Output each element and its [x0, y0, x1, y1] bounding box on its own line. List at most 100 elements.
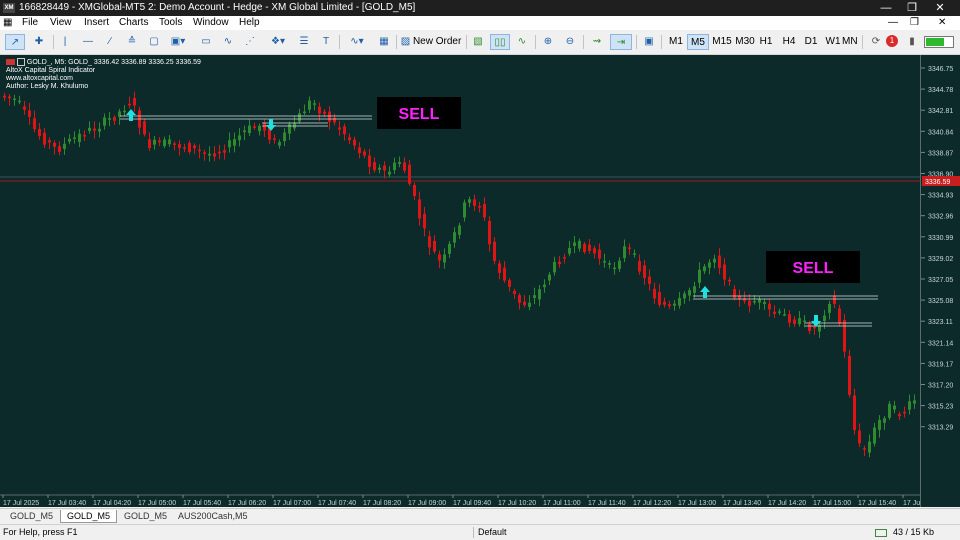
timeframe-mn[interactable]: MN	[842, 34, 858, 50]
channel-icon[interactable]: ≙	[124, 34, 140, 50]
candle-body	[733, 289, 736, 299]
chart-canvas[interactable]: 17 Jul 2025 17 Jul 03:40 17 Jul 04:20 17 Ju…	[0, 55, 960, 507]
candle-body	[393, 162, 396, 171]
zoom-in-icon[interactable]: ⊕	[540, 34, 556, 50]
candle-body	[178, 144, 181, 148]
price-axis[interactable]: 3346.75 3344.78 3342.81 3340.84 3338.87 3336.…	[920, 55, 960, 507]
vertical-line-icon[interactable]: |	[58, 34, 72, 50]
ohlc-info: GOLD_, M5: GOLD_ 3336.42 3336.89 3336.25…	[26, 58, 201, 66]
candle-body	[583, 243, 586, 252]
minimize-icon[interactable]: —	[872, 0, 900, 16]
notification-badge[interactable]: 1	[886, 35, 898, 47]
line-chart-icon[interactable]: ∿	[514, 34, 530, 50]
refresh-icon[interactable]: ⟳	[868, 34, 884, 50]
candle-body	[318, 106, 321, 114]
candle-body	[613, 267, 616, 270]
candle-body	[88, 127, 91, 132]
candle-body	[503, 267, 506, 281]
indicators-icon[interactable]: ∿▾	[344, 34, 370, 50]
menu-insert[interactable]: Insert	[84, 16, 109, 30]
app-menu-icon[interactable]: ▦	[3, 16, 12, 30]
autoscroll-icon[interactable]: ⇝	[588, 34, 606, 50]
candle-body	[833, 295, 836, 304]
candle-body	[823, 315, 826, 322]
timeframe-w1[interactable]: W1	[822, 34, 844, 50]
menu-charts[interactable]: Charts	[119, 16, 148, 30]
candle-body	[398, 161, 401, 164]
bar-chart-icon[interactable]: ▧	[470, 34, 486, 50]
fibonacci-icon[interactable]: ☰	[296, 34, 312, 50]
child-close-icon[interactable]: ✕	[938, 16, 946, 30]
timeframe-h1[interactable]: H1	[755, 34, 777, 50]
screenshot-icon[interactable]: ▣	[641, 34, 657, 50]
templates-icon[interactable]: ▦	[376, 34, 392, 50]
candle-body	[828, 303, 831, 313]
candlestick-chart-icon[interactable]: ▯▯	[490, 34, 510, 50]
candle-body	[788, 314, 791, 323]
menu-tools[interactable]: Tools	[159, 16, 182, 30]
connection-status-icon[interactable]	[924, 36, 954, 48]
timeframe-m15[interactable]: M15	[710, 34, 734, 50]
candle-body	[353, 139, 356, 146]
price-chart[interactable]: 17 Jul 2025 17 Jul 03:40 17 Jul 04:20 17 Ju…	[0, 55, 920, 507]
time-tick-label: 17 Jul 07:00	[273, 500, 311, 507]
trendline-icon[interactable]: ∕	[102, 34, 118, 50]
price-tick-label: 3340.84	[928, 129, 953, 136]
chart-shift-icon[interactable]: ⇥	[610, 34, 632, 50]
chart-tabs: GOLD_M5 GOLD_M5 GOLD_M5 AUS200Cash,M5	[0, 508, 960, 524]
candle-body	[343, 126, 346, 135]
cursor-icon[interactable]: ↗	[5, 34, 25, 50]
text-icon[interactable]: T	[318, 34, 334, 50]
menu-window[interactable]: Window	[193, 16, 229, 30]
time-tick-label: 17 Jul 11:40	[588, 500, 626, 507]
pitchfork-icon[interactable]: ⋰	[242, 34, 258, 50]
child-minimize-icon[interactable]: —	[888, 16, 898, 30]
tab-aus200cash[interactable]: AUS200Cash,M5	[172, 510, 254, 523]
price-tick-label: 3313.29	[928, 425, 953, 432]
candle-body	[483, 204, 486, 218]
zoom-out-icon[interactable]: ⊖	[562, 34, 578, 50]
menu-file[interactable]: File	[22, 16, 38, 30]
close-icon[interactable]: ✕	[926, 0, 954, 16]
timeframe-h4[interactable]: H4	[778, 34, 800, 50]
candle-body	[8, 96, 11, 99]
candle-body	[218, 151, 221, 154]
candle-body	[363, 151, 366, 156]
candle-body	[458, 225, 461, 235]
candle-body	[878, 419, 881, 430]
image-icon[interactable]: ▣▾	[168, 34, 188, 50]
menu-view[interactable]: View	[50, 16, 72, 30]
candle-body	[263, 123, 266, 131]
menu-bar: ▦ File View Insert Charts Tools Window H…	[0, 16, 960, 30]
candle-body	[48, 140, 51, 143]
candle-body	[663, 301, 666, 305]
timeframe-m30[interactable]: M30	[733, 34, 757, 50]
candle-body	[868, 441, 871, 453]
tab-gold-m5-2[interactable]: GOLD_M5	[60, 510, 118, 523]
label-icon[interactable]: ▭	[198, 34, 214, 50]
timeframe-d1[interactable]: D1	[800, 34, 822, 50]
signal-icon[interactable]: ▮	[904, 34, 920, 50]
price-tick-label: 3317.20	[928, 383, 953, 390]
horizontal-line-icon[interactable]: —	[80, 34, 96, 50]
candle-body	[93, 128, 96, 131]
timeframe-m5[interactable]: M5	[687, 34, 709, 50]
child-restore-icon[interactable]: ❐	[910, 16, 919, 30]
elliott-wave-icon[interactable]: ∿	[220, 34, 236, 50]
new-order-icon: ▨	[400, 36, 411, 47]
price-tick-label: 3323.11	[928, 319, 953, 326]
menu-help[interactable]: Help	[239, 16, 260, 30]
crosshair-icon[interactable]: ✚	[30, 34, 48, 50]
tab-gold-m5-1[interactable]: GOLD_M5	[4, 510, 59, 523]
rectangle-icon[interactable]: ▢	[146, 34, 162, 50]
candle-body	[608, 263, 611, 265]
objects-icon[interactable]: ❖▾	[264, 34, 292, 50]
tab-gold-m5-3[interactable]: GOLD_M5	[118, 510, 173, 523]
candle-body	[873, 427, 876, 444]
new-order-button[interactable]: ▨ New Order	[400, 34, 462, 50]
timeframe-m1[interactable]: M1	[665, 34, 687, 50]
candle-body	[233, 139, 236, 146]
restore-icon[interactable]: ❐	[898, 0, 926, 16]
candle-body	[228, 140, 231, 148]
time-tick-label: 17 Jul 09:40	[453, 500, 491, 507]
